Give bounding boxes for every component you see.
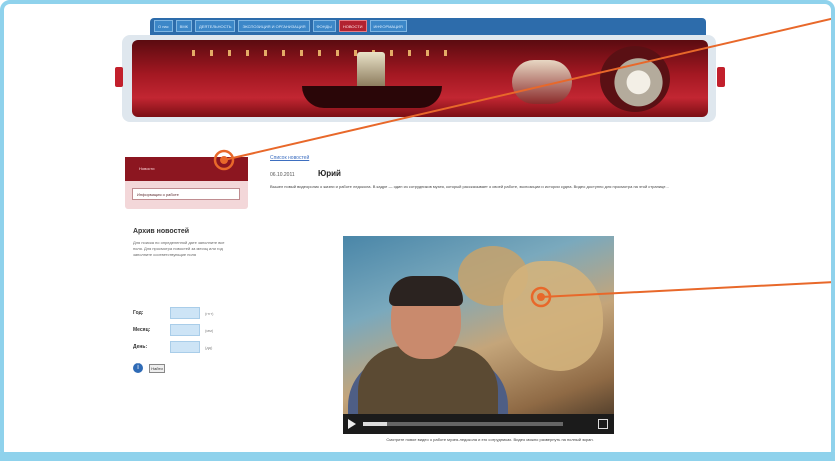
tab-2[interactable]: ДЕЯТЕЛЬНОСТЬ [195, 20, 236, 32]
archive-title: Архив новостей [133, 228, 190, 235]
tab-4[interactable]: ФОНДЫ [312, 20, 336, 32]
tab-5[interactable]: НОВОСТИ [338, 20, 367, 32]
video-caption: Смотрите новое видео о работе музея-ледо… [386, 437, 594, 442]
day-hint: (дд) [205, 345, 213, 350]
year-hint: (гггг) [205, 311, 214, 316]
ship-hull [302, 86, 442, 108]
banner-prev-arrow[interactable] [115, 67, 123, 87]
year-label: Год: [133, 310, 144, 316]
sidebar-item-news[interactable]: Новости [125, 157, 248, 181]
month-label: Месяц: [133, 327, 151, 333]
play-icon[interactable] [348, 419, 356, 429]
banner-next-arrow[interactable] [717, 67, 725, 87]
fullscreen-icon[interactable] [598, 419, 608, 429]
year-input[interactable] [170, 307, 200, 319]
frame-bottom-bar [0, 452, 835, 461]
sidebar-item-info[interactable]: Информация о работе [132, 188, 240, 200]
tab-1[interactable]: ВМК [175, 20, 192, 32]
banner-pipe [512, 60, 572, 104]
info-icon[interactable]: i [133, 363, 143, 373]
tab-3[interactable]: ЭКСПОЗИЦИЯ И ОРГАНИЗАЦИЯ [238, 20, 310, 32]
video-controls [343, 414, 614, 434]
month-hint: (мм) [205, 328, 214, 333]
person-hair [389, 276, 463, 306]
day-input[interactable] [170, 341, 200, 353]
header-banner-image [132, 40, 708, 117]
top-nav-tabs: О нас ВМК ДЕЯТЕЛЬНОСТЬ ЭКСПОЗИЦИЯ И ОРГАНИЗ… [150, 18, 706, 36]
video-progress-fill [363, 422, 387, 426]
news-list-link[interactable]: Список новостей [270, 155, 309, 161]
map-landmass [503, 261, 603, 371]
month-input[interactable] [170, 324, 200, 336]
video-player[interactable] [343, 236, 614, 434]
banner-lights [192, 50, 452, 56]
post-date: 06.10.2011 [270, 172, 295, 178]
post-title: Юрий [318, 169, 341, 178]
ship-superstructure [357, 52, 385, 86]
propeller-image [600, 46, 670, 112]
post-lead-text: Вышел новый видеоролик о жизни и работе … [270, 184, 669, 189]
tab-6[interactable]: ИНФОРМАЦИЯ [369, 20, 407, 32]
find-button[interactable]: Найти [149, 364, 165, 373]
tab-0[interactable]: О нас [154, 20, 173, 32]
day-label: День: [133, 344, 148, 350]
archive-description: Для поиска по определенной дате заполнит… [133, 240, 225, 257]
video-progress-bar[interactable] [363, 422, 563, 426]
